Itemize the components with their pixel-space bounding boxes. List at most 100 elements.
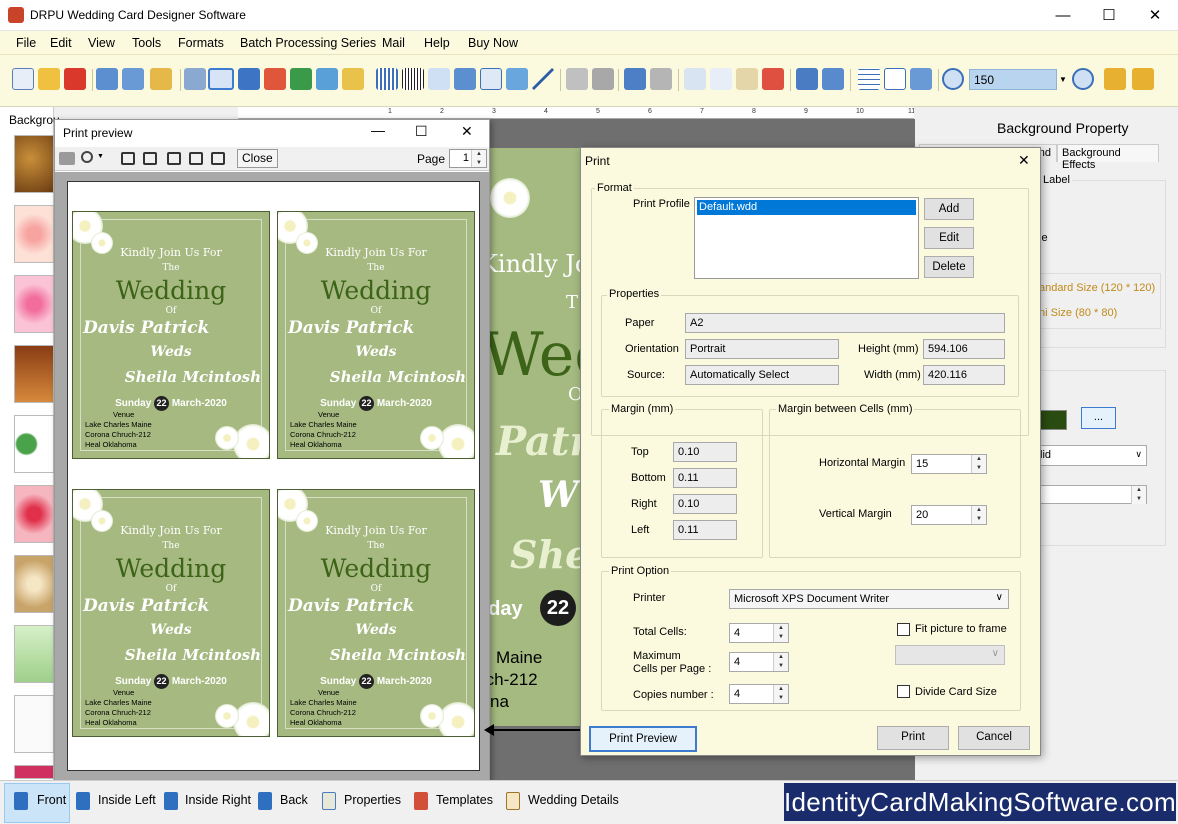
actual-size-icon[interactable] — [884, 68, 906, 90]
menu-tools[interactable]: Tools — [132, 36, 161, 50]
database-icon[interactable] — [566, 68, 588, 90]
redo-icon[interactable] — [650, 68, 672, 90]
zoom-dropdown-icon[interactable]: ▼ — [97, 153, 104, 160]
cancel-button[interactable]: Cancel — [958, 726, 1030, 750]
hmargin-stepper[interactable]: 15 ▲ ▼ — [911, 454, 987, 474]
close-doc-icon[interactable] — [64, 68, 86, 90]
bring-front-icon[interactable] — [796, 68, 818, 90]
bg-thumb[interactable] — [14, 485, 54, 543]
profile-item[interactable]: Default.wdd — [697, 200, 916, 215]
barcode-icon[interactable] — [376, 68, 398, 90]
background-tab[interactable]: Backgrou — [9, 113, 60, 127]
total-cells-arrows-icon[interactable]: ▲ ▼ — [773, 624, 788, 642]
gift-icon[interactable] — [264, 68, 286, 90]
save-as-icon[interactable] — [122, 68, 144, 90]
zoom-icon[interactable] — [81, 151, 93, 163]
four-pages-icon[interactable] — [189, 152, 203, 165]
value-stepper[interactable]: ▲ ▼ — [1035, 485, 1147, 504]
bg-thumb[interactable] — [14, 415, 54, 473]
stepper-arrows-icon[interactable]: ▲ ▼ — [1131, 486, 1146, 504]
tab-wedding-details[interactable]: Wedding Details — [528, 793, 619, 807]
delete-button[interactable]: Delete — [924, 256, 974, 278]
fit-picture-checkbox[interactable] — [897, 623, 910, 636]
page-stepper-arrows-icon[interactable]: ▲ ▼ — [471, 150, 486, 167]
height-field[interactable]: 594.106 — [923, 339, 1005, 359]
wordart-icon[interactable] — [454, 68, 476, 90]
mini-size-option[interactable]: ni Size (80 * 80) — [1039, 307, 1117, 319]
zoom-dropdown-arrow-icon[interactable]: ▼ — [1057, 69, 1069, 90]
bg-thumb[interactable] — [14, 205, 54, 263]
color-swatch[interactable] — [1039, 410, 1067, 430]
menu-buy-now[interactable]: Buy Now — [468, 36, 518, 50]
menu-view[interactable]: View — [88, 36, 115, 50]
fit-icon[interactable] — [910, 68, 932, 90]
bg-thumb[interactable] — [14, 275, 54, 333]
print-preview-button[interactable]: Print Preview — [589, 726, 697, 752]
zoom-in-icon[interactable] — [942, 68, 964, 90]
one-page-icon[interactable] — [121, 152, 135, 165]
shape-icon[interactable] — [342, 68, 364, 90]
print-icon[interactable] — [59, 152, 75, 165]
tab-templates[interactable]: Templates — [436, 793, 493, 807]
vmargin-arrows-icon[interactable]: ▲ ▼ — [971, 506, 986, 524]
bg-thumb[interactable] — [14, 625, 54, 683]
database2-icon[interactable] — [592, 68, 614, 90]
six-pages-icon[interactable] — [211, 152, 225, 165]
top-field[interactable]: 0.10 — [673, 442, 737, 462]
bg-thumb[interactable] — [14, 695, 54, 753]
print-dialog-close-button[interactable]: ✕ — [1018, 152, 1030, 169]
open-icon[interactable] — [38, 68, 60, 90]
printer-select[interactable]: Microsoft XPS Document Writer ∨ — [729, 589, 1009, 609]
print-multi-icon[interactable] — [238, 68, 260, 90]
bg-thumb[interactable] — [14, 135, 54, 193]
copy-icon[interactable] — [710, 68, 732, 90]
orientation-field[interactable]: Portrait — [685, 339, 839, 359]
maximize-button[interactable]: ☐ — [1086, 0, 1132, 31]
pen-icon[interactable] — [316, 68, 338, 90]
tab-front-label[interactable]: Front — [37, 793, 66, 807]
color-picker-button[interactable]: ... — [1081, 407, 1116, 429]
unlock-icon[interactable] — [1132, 68, 1154, 90]
tab-background-effects[interactable]: Background Effects — [1057, 144, 1159, 171]
print-icon[interactable] — [208, 68, 234, 90]
paste-icon[interactable] — [736, 68, 758, 90]
preview-maximize-button[interactable]: ☐ — [415, 123, 428, 140]
left-field[interactable]: 0.11 — [673, 520, 737, 540]
fit-mode-select[interactable]: ∨ — [895, 645, 1005, 665]
send-back-icon[interactable] — [822, 68, 844, 90]
barcode2-icon[interactable] — [402, 68, 424, 90]
preview-minimize-button[interactable]: — — [371, 122, 385, 138]
menu-help[interactable]: Help — [424, 36, 450, 50]
source-field[interactable]: Automatically Select — [685, 365, 839, 385]
bg-thumb[interactable] — [14, 765, 54, 779]
print-button[interactable]: Print — [877, 726, 949, 750]
image-icon[interactable] — [290, 68, 312, 90]
grid-icon[interactable] — [858, 68, 880, 90]
max-cells-arrows-icon[interactable]: ▲ ▼ — [773, 653, 788, 671]
menu-mail[interactable]: Mail — [382, 36, 405, 50]
standard-size-option[interactable]: andard Size (120 * 120) — [1039, 282, 1155, 294]
signature-icon[interactable] — [480, 68, 502, 90]
menu-formats[interactable]: Formats — [178, 36, 224, 50]
preview-close-btn[interactable]: Close — [237, 149, 278, 168]
mail-icon[interactable] — [506, 68, 528, 90]
add-button[interactable]: Add — [924, 198, 974, 220]
card-design[interactable]: Kindly Jo T Wedd O Patri W She nday 22 M… — [476, 148, 594, 726]
tab-inside-right[interactable]: Inside Right — [185, 793, 251, 807]
new-icon[interactable] — [12, 68, 34, 90]
style-select[interactable]: lid ∨ — [1035, 445, 1147, 466]
bg-thumb[interactable] — [14, 345, 54, 403]
vmargin-stepper[interactable]: 20 ▲ ▼ — [911, 505, 987, 525]
cut-icon[interactable] — [684, 68, 706, 90]
three-pages-icon[interactable] — [167, 152, 181, 165]
tab-inside-left[interactable]: Inside Left — [98, 793, 156, 807]
page-stepper[interactable]: 1 ▲ ▼ — [449, 149, 487, 168]
right-field[interactable]: 0.10 — [673, 494, 737, 514]
zoom-out-icon[interactable] — [1072, 68, 1094, 90]
copies-stepper[interactable]: 4 ▲ ▼ — [729, 684, 789, 704]
lock-icon[interactable] — [1104, 68, 1126, 90]
tab-properties[interactable]: Properties — [344, 793, 401, 807]
bottom-field[interactable]: 0.11 — [673, 468, 737, 488]
bg-thumb[interactable] — [14, 555, 54, 613]
two-pages-icon[interactable] — [143, 152, 157, 165]
